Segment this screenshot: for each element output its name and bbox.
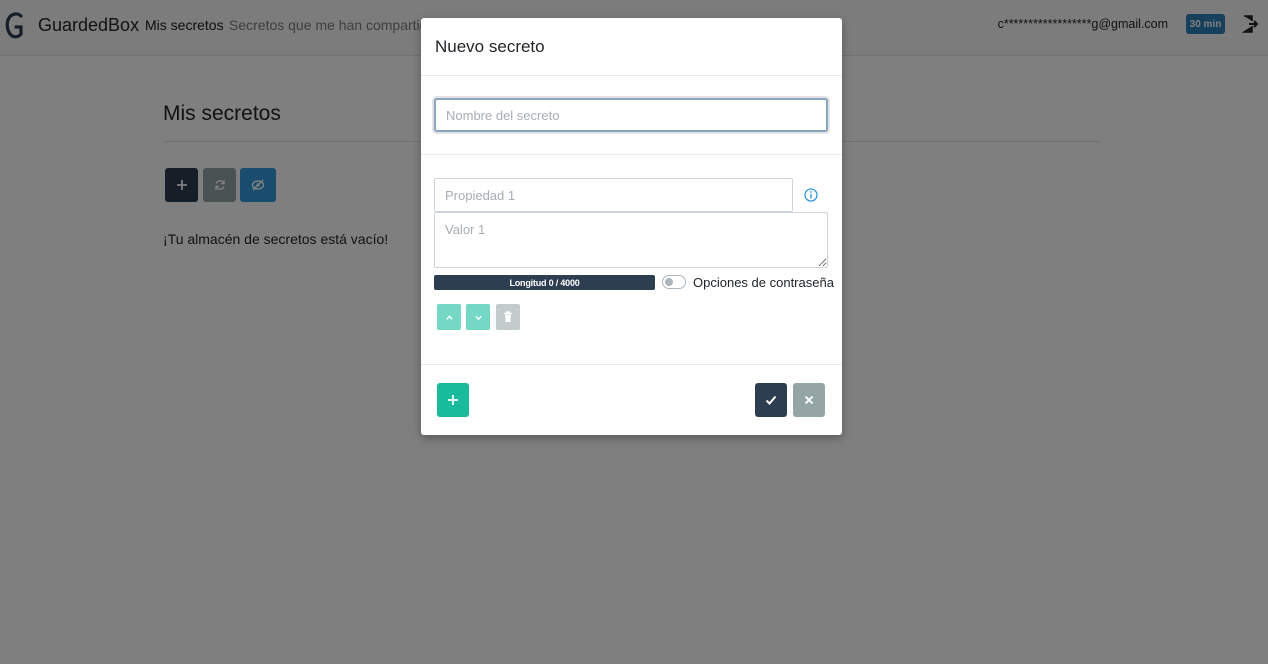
move-property-up-button[interactable]	[437, 304, 461, 330]
property-name-input[interactable]	[434, 178, 793, 212]
password-options-label: Opciones de contraseña	[693, 275, 834, 290]
check-icon	[765, 395, 777, 405]
toggle-knob	[665, 278, 673, 286]
length-progress-bar: Longitud 0 / 4000	[434, 275, 655, 290]
secret-name-input[interactable]	[434, 98, 828, 132]
chevron-up-icon	[445, 314, 453, 320]
trash-icon	[504, 311, 512, 322]
close-icon	[804, 395, 814, 405]
chevron-down-icon	[474, 315, 482, 320]
property-value-textarea[interactable]	[434, 212, 828, 268]
move-property-down-button[interactable]	[466, 304, 490, 330]
delete-property-button[interactable]	[496, 304, 520, 330]
password-options-toggle[interactable]	[662, 275, 686, 289]
cancel-button[interactable]	[793, 383, 825, 417]
add-property-button[interactable]	[437, 383, 469, 417]
confirm-button[interactable]	[755, 383, 787, 417]
modal-header-divider	[421, 75, 842, 76]
length-progress-label: Longitud 0 / 4000	[509, 277, 580, 288]
info-icon[interactable]	[804, 188, 818, 202]
modal-footer-divider	[421, 364, 842, 365]
modal-title: Nuevo secreto	[435, 37, 545, 56]
new-secret-modal: Nuevo secreto Longitud 0 / 4000 Opciones…	[421, 18, 842, 435]
plus-icon	[448, 395, 458, 405]
name-section-divider	[421, 154, 842, 155]
